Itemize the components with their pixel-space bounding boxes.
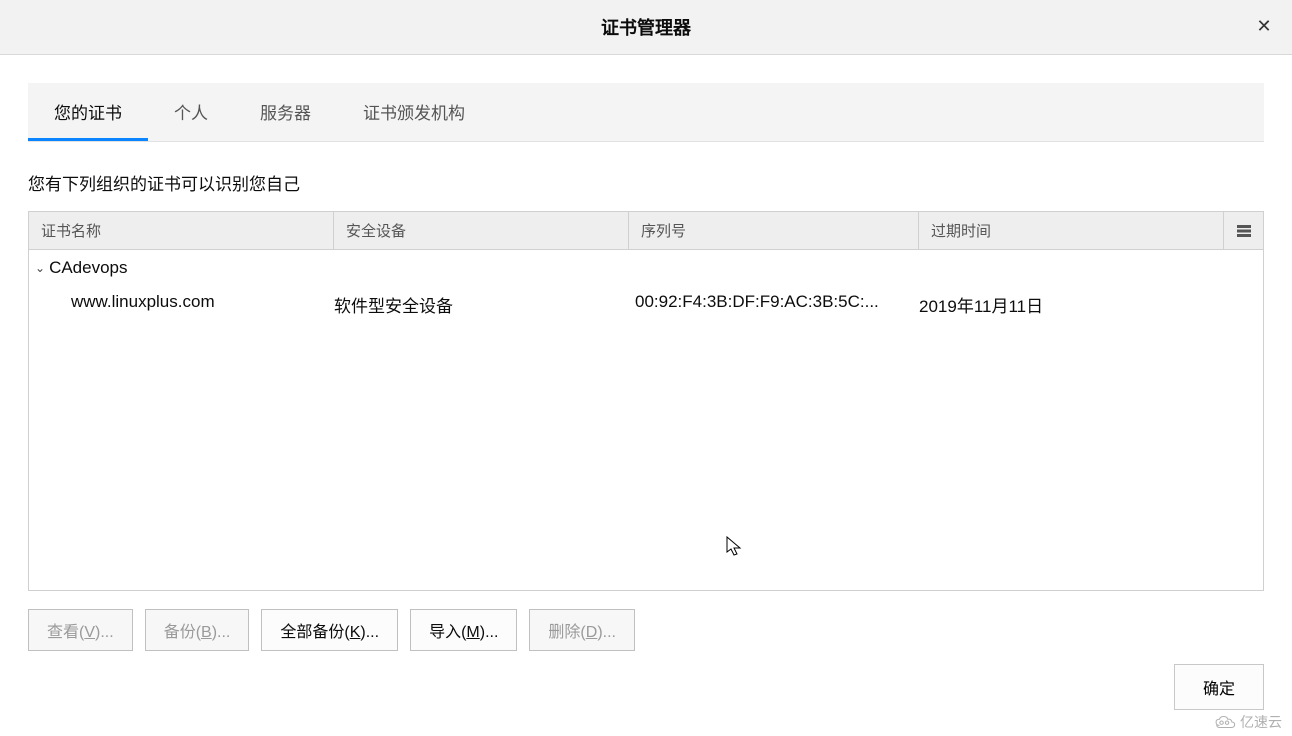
delete-button[interactable]: 删除(D)...: [529, 609, 635, 651]
tab-server[interactable]: 服务器: [234, 83, 337, 141]
tab-your-certs[interactable]: 您的证书: [28, 83, 148, 141]
import-button[interactable]: 导入(M)...: [410, 609, 517, 651]
tree-group-row[interactable]: ⌄ CAdevops: [29, 250, 1263, 286]
action-button-row: 查看(V)... 备份(B)... 全部备份(K)... 导入(M)... 删除…: [28, 609, 1264, 651]
chevron-down-icon: ⌄: [35, 261, 45, 275]
backup-all-button[interactable]: 全部备份(K)...: [261, 609, 398, 651]
table-body: ⌄ CAdevops www.linuxplus.com 软件型安全设备 00:…: [29, 250, 1263, 323]
col-header-serial[interactable]: 序列号: [629, 212, 919, 249]
table-row[interactable]: www.linuxplus.com 软件型安全设备 00:92:F4:3B:DF…: [29, 286, 1263, 323]
column-picker-icon[interactable]: [1223, 212, 1263, 249]
title-bar: 证书管理器 ✕: [0, 0, 1292, 55]
view-button[interactable]: 查看(V)...: [28, 609, 133, 651]
cell-security-device: 软件型安全设备: [334, 292, 629, 317]
tab-description: 您有下列组织的证书可以识别您自己: [28, 170, 1264, 195]
watermark: 亿速云: [1214, 712, 1282, 732]
tab-ca[interactable]: 证书颁发机构: [337, 83, 491, 141]
backup-button[interactable]: 备份(B)...: [145, 609, 250, 651]
tree-group-label: CAdevops: [49, 258, 127, 278]
table-header: 证书名称 安全设备 序列号 过期时间: [29, 212, 1263, 250]
tab-bar: 您的证书 个人 服务器 证书颁发机构: [28, 83, 1264, 142]
content-area: 您的证书 个人 服务器 证书颁发机构 您有下列组织的证书可以识别您自己 证书名称…: [0, 55, 1292, 736]
close-icon[interactable]: ✕: [1254, 16, 1274, 36]
cell-serial: 00:92:F4:3B:DF:F9:AC:3B:5C:...: [629, 292, 919, 317]
window-title: 证书管理器: [601, 14, 691, 40]
watermark-text: 亿速云: [1240, 712, 1282, 732]
col-header-name[interactable]: 证书名称: [29, 212, 334, 249]
ok-row: 确定: [1174, 664, 1264, 710]
col-header-device[interactable]: 安全设备: [334, 212, 629, 249]
cell-expiration: 2019年11月11日: [919, 292, 1263, 317]
col-header-expiration[interactable]: 过期时间: [919, 212, 1223, 249]
cert-table: 证书名称 安全设备 序列号 过期时间 ⌄ CAdevops www.linuxp…: [28, 211, 1264, 591]
cell-cert-name: www.linuxplus.com: [29, 292, 334, 317]
tab-personal[interactable]: 个人: [148, 83, 234, 141]
ok-button[interactable]: 确定: [1174, 664, 1264, 710]
cloud-icon: [1214, 715, 1236, 729]
